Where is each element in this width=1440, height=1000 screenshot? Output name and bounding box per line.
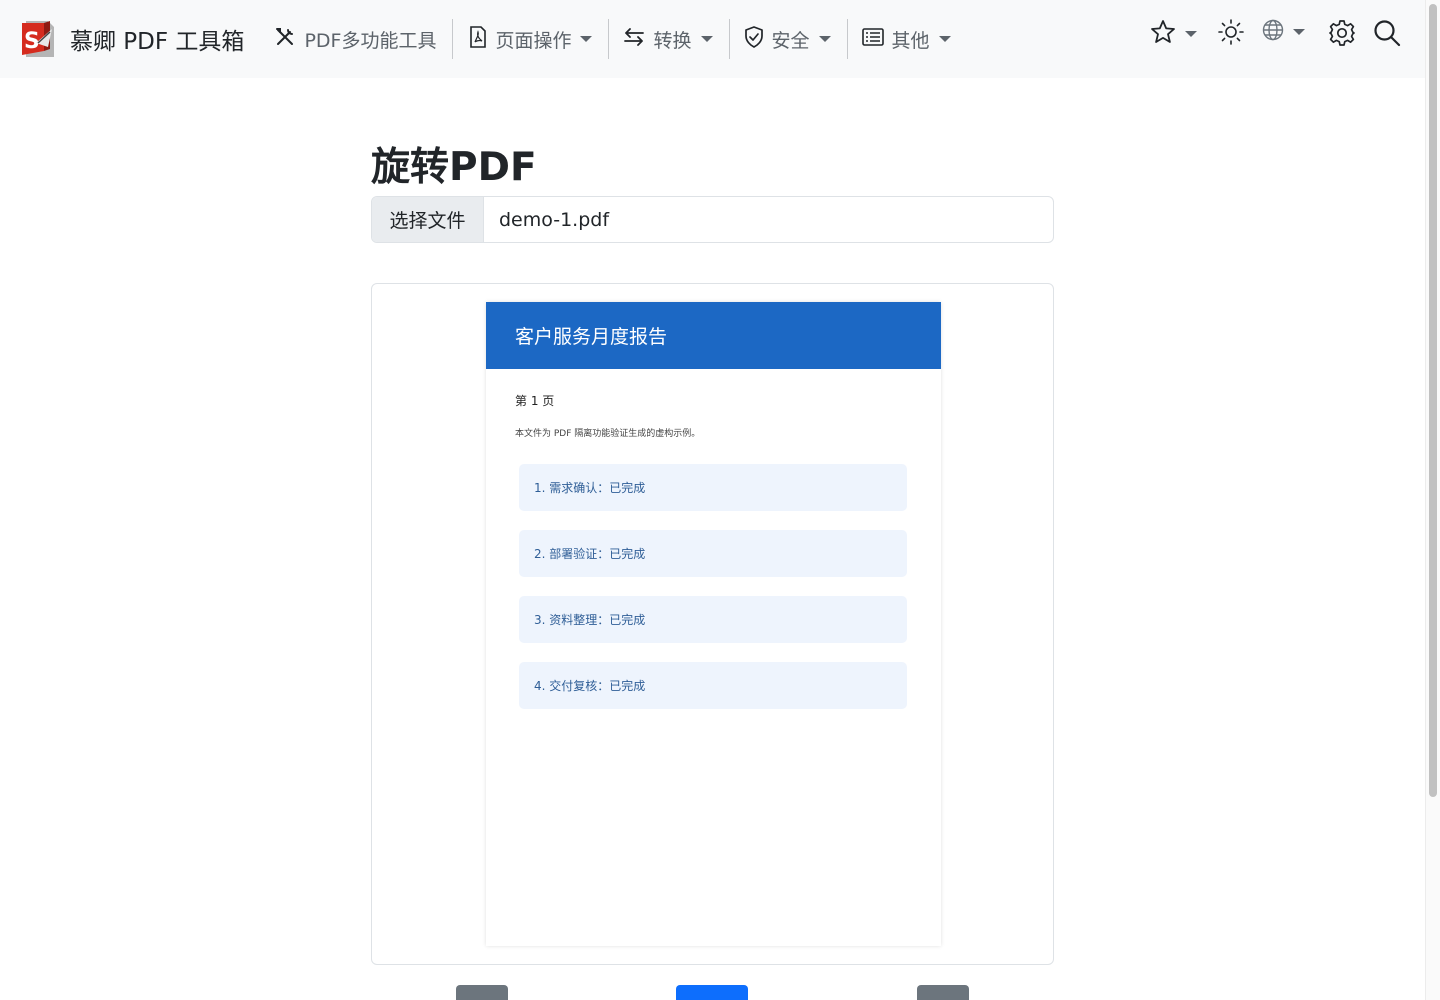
scrollbar-thumb[interactable] (1429, 4, 1437, 797)
top-navbar: S 慕卿 PDF 工具箱 PDF多功能工具 页面操作 转换 安全 其他 (0, 0, 1425, 78)
nav-divider (728, 19, 730, 59)
nav-other[interactable]: 其他 (861, 19, 951, 59)
shield-icon (744, 26, 764, 52)
page-number-label: 第 1 页 (515, 394, 555, 408)
search-icon (1373, 19, 1401, 51)
file-pdf-icon (469, 26, 487, 52)
star-icon (1150, 19, 1176, 49)
task-item: 4. 交付复核：已完成 (519, 662, 907, 709)
pdf-page-preview: 客户服务月度报告 第 1 页 本文件为 PDF 隔离功能验证生成的虚构示例。 1… (486, 302, 941, 946)
app-logo: S (18, 19, 56, 59)
nav-page-ops[interactable]: 页面操作 (469, 19, 593, 59)
nav-security-label: 安全 (771, 29, 810, 52)
brand-link[interactable]: S 慕卿 PDF 工具箱 (18, 19, 244, 59)
chevron-down-icon (1185, 31, 1197, 37)
selected-file-name: demo-1.pdf (499, 208, 610, 231)
tools-icon (274, 26, 296, 52)
arrows-exchange-icon (623, 26, 645, 52)
nav-divider (846, 19, 848, 59)
list-icon (861, 28, 884, 50)
task-item: 1. 需求确认：已完成 (519, 464, 907, 511)
rotate-left-button[interactable] (456, 985, 508, 1000)
sun-icon (1218, 19, 1244, 49)
rotate-submit-button[interactable] (676, 985, 748, 1000)
chevron-down-icon (938, 36, 951, 42)
chevron-down-icon (700, 36, 713, 42)
globe-icon (1262, 19, 1284, 45)
page-description: 本文件为 PDF 隔离功能验证生成的虚构示例。 (515, 429, 701, 439)
task-item: 3. 资料整理：已完成 (519, 596, 907, 643)
choose-file-button[interactable]: 选择文件 (372, 197, 484, 242)
nav-convert[interactable]: 转换 (623, 19, 713, 59)
chevron-down-icon (818, 36, 831, 42)
settings-button[interactable] (1328, 19, 1356, 51)
vertical-scrollbar[interactable] (1425, 0, 1440, 1000)
nav-page-ops-label: 页面操作 (495, 29, 572, 52)
gear-icon (1328, 19, 1356, 51)
chevron-down-icon (580, 36, 593, 42)
svg-text:S: S (24, 29, 40, 54)
file-input[interactable]: 选择文件 demo-1.pdf (371, 196, 1054, 243)
nav-other-label: 其他 (891, 29, 930, 52)
nav-multi-tool-label: PDF多功能工具 (304, 29, 437, 52)
page-title: 旋转PDF (371, 145, 537, 190)
favorites-dropdown[interactable] (1150, 19, 1197, 49)
report-header: 客户服务月度报告 (486, 302, 941, 369)
nav-divider (452, 19, 454, 59)
chevron-down-icon (1293, 29, 1305, 35)
nav-convert-label: 转换 (653, 29, 692, 52)
brand-name: 慕卿 PDF 工具箱 (70, 29, 245, 55)
pdf-preview-card: 客户服务月度报告 第 1 页 本文件为 PDF 隔离功能验证生成的虚构示例。 1… (371, 283, 1054, 965)
theme-toggle[interactable] (1218, 19, 1244, 49)
task-item: 2. 部署验证：已完成 (519, 530, 907, 577)
report-title: 客户服务月度报告 (515, 326, 668, 348)
nav-security[interactable]: 安全 (744, 19, 831, 59)
nav-divider (608, 19, 610, 59)
rotate-right-button[interactable] (917, 985, 969, 1000)
nav-multi-tool[interactable]: PDF多功能工具 (274, 19, 436, 59)
language-dropdown[interactable] (1262, 19, 1305, 45)
search-button[interactable] (1373, 19, 1401, 51)
